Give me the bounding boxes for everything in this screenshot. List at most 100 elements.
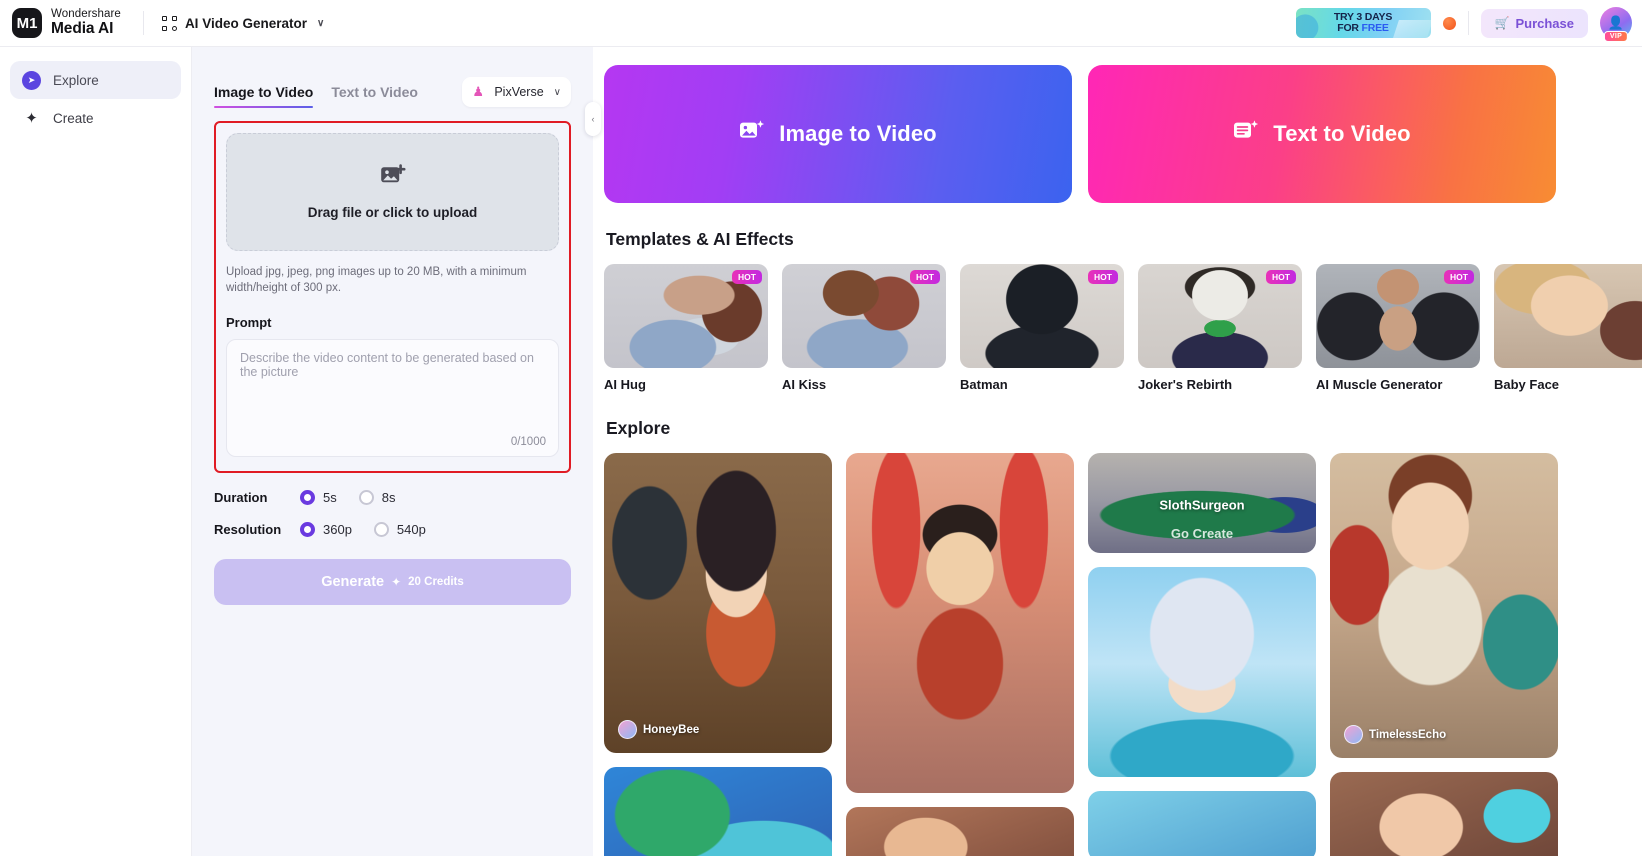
purchase-label: Purchase xyxy=(1515,15,1574,31)
upload-dropzone[interactable]: Drag file or click to upload xyxy=(226,133,559,251)
generator-panel: Image to Video Text to Video ♟ PixVerse … xyxy=(192,47,601,856)
app-switcher[interactable]: AI Video Generator ∨ xyxy=(161,15,324,31)
explore-card-5[interactable] xyxy=(1088,567,1316,777)
template-card-ai-muscle-generator[interactable]: HOT AI Muscle Generator xyxy=(1316,264,1480,392)
app-switcher-label: AI Video Generator xyxy=(184,15,307,31)
prompt-input[interactable]: Describe the video content to be generat… xyxy=(226,338,559,457)
template-thumbnail: HOT xyxy=(1316,264,1480,368)
explore-card-slothsurgeon[interactable]: SlothSurgeon Go Create xyxy=(1088,453,1316,553)
templates-section-title: Templates & AI Effects xyxy=(606,229,794,249)
sparkle-icon: ✦ xyxy=(391,574,402,589)
explore-card-7[interactable] xyxy=(604,767,832,856)
resolution-option-360p-label: 360p xyxy=(323,521,352,537)
templates-row: HOT AI Hug HOT AI Kiss HOT Batman HOT Jo… xyxy=(604,264,1642,392)
brand-logo[interactable]: M1 Wondershare Media AI xyxy=(0,8,121,38)
explore-column-4: TimelessEcho xyxy=(1330,453,1558,856)
template-card-ai-hug[interactable]: HOT AI Hug xyxy=(604,264,768,392)
duration-option-8s[interactable]: 8s xyxy=(358,489,396,505)
image-video-icon xyxy=(739,119,765,149)
upload-form-highlight: Drag file or click to upload Upload jpg,… xyxy=(214,121,571,473)
explore-card-honeybee[interactable]: HoneyBee xyxy=(604,453,832,753)
app-header: M1 Wondershare Media AI AI Video Generat… xyxy=(0,0,1642,47)
explore-section-title: Explore xyxy=(606,418,671,438)
sidebar-item-explore[interactable]: ➤ Explore xyxy=(10,61,181,99)
explore-card-timelessecho[interactable]: TimelessEcho xyxy=(1330,453,1558,758)
explore-card-9[interactable] xyxy=(1088,791,1316,856)
panel-tabs: Image to Video Text to Video ♟ PixVerse … xyxy=(214,77,571,115)
hot-badge: HOT xyxy=(1266,270,1296,284)
radio-icon-selected xyxy=(300,489,315,505)
generate-button[interactable]: Generate ✦ 20 Credits xyxy=(214,558,571,605)
vip-badge: VIP xyxy=(1603,31,1629,42)
explore-card-caption: SlothSurgeon xyxy=(1159,497,1245,513)
chevron-down-icon: ∨ xyxy=(553,86,561,98)
header-right-actions: TRY 3 DAYS FOR FREE 🛒 Purchase 👤 VIP xyxy=(1295,7,1642,42)
duration-label: Duration xyxy=(214,489,268,505)
promo-text: TRY 3 DAYS FOR FREE xyxy=(1334,11,1393,34)
explore-column-1: HoneyBee xyxy=(604,453,832,856)
panel-collapse-handle[interactable]: ‹ xyxy=(585,102,601,136)
feature-banner-row: Image to Video Text to Video xyxy=(604,65,1642,203)
explore-column-3: SlothSurgeon Go Create xyxy=(1088,453,1316,856)
brand-text: Wondershare Media AI xyxy=(51,9,121,37)
resolution-option-540p[interactable]: 540p xyxy=(373,521,426,537)
banner-image-to-video[interactable]: Image to Video xyxy=(604,65,1072,203)
upload-hint-text: Upload jpg, jpeg, png images up to 20 MB… xyxy=(226,266,527,295)
sidebar-item-create[interactable]: ✦ Create xyxy=(10,99,181,137)
model-select[interactable]: ♟ PixVerse ∨ xyxy=(462,77,571,107)
tab-image-to-video[interactable]: Image to Video xyxy=(214,84,314,108)
duration-option-8s-label: 8s xyxy=(381,489,396,505)
hot-badge: HOT xyxy=(910,270,940,284)
purchase-button[interactable]: 🛒 Purchase xyxy=(1480,8,1588,38)
template-card-baby-face[interactable]: Baby Face xyxy=(1494,264,1642,392)
template-card-batman[interactable]: HOT Batman xyxy=(960,264,1124,392)
pixverse-icon: ♟ xyxy=(472,84,484,99)
brand-line-2: Media AI xyxy=(51,19,114,37)
prompt-char-count: 0/1000 xyxy=(510,435,546,448)
banner-text-to-video-label: Text to Video xyxy=(1273,121,1411,146)
template-thumbnail xyxy=(1494,264,1642,368)
template-label-jokers-rebirth: Joker's Rebirth xyxy=(1138,377,1233,392)
explore-card-8[interactable] xyxy=(846,807,1074,856)
apps-grid-icon xyxy=(161,15,177,31)
explore-card-2[interactable] xyxy=(846,453,1074,793)
template-card-jokers-rebirth[interactable]: HOT Joker's Rebirth xyxy=(1138,264,1302,392)
radio-icon xyxy=(373,521,389,537)
template-thumbnail: HOT xyxy=(604,264,768,368)
template-label-ai-muscle-generator: AI Muscle Generator xyxy=(1316,377,1443,392)
resolution-option-360p[interactable]: 360p xyxy=(300,521,352,537)
explore-card-username: HoneyBee xyxy=(643,723,700,736)
template-label-batman: Batman xyxy=(960,377,1008,392)
template-label-baby-face: Baby Face xyxy=(1494,377,1560,392)
prompt-label: Prompt xyxy=(226,314,272,330)
generate-button-label: Generate xyxy=(321,573,385,590)
free-trial-promo-banner[interactable]: TRY 3 DAYS FOR FREE xyxy=(1295,8,1431,38)
text-video-icon xyxy=(1233,119,1259,149)
resolution-row: Resolution 360p 540p xyxy=(214,521,571,537)
main-content: Image to Video Text to Video Templates &… xyxy=(593,47,1642,856)
tab-text-to-video[interactable]: Text to Video xyxy=(331,84,418,108)
notification-indicator-icon[interactable] xyxy=(1442,16,1456,30)
explore-gallery: HoneyBee SlothSurgeon Go Create Timeless… xyxy=(604,453,1642,856)
radio-icon-selected xyxy=(300,521,315,537)
go-create-overlay-label[interactable]: Go Create xyxy=(1088,526,1316,541)
hot-badge: HOT xyxy=(732,270,762,284)
sidebar-item-label-explore: Explore xyxy=(53,72,99,88)
template-thumbnail: HOT xyxy=(960,264,1124,368)
duration-option-5s[interactable]: 5s xyxy=(300,489,337,505)
duration-option-5s-label: 5s xyxy=(323,489,337,505)
template-thumbnail: HOT xyxy=(1138,264,1302,368)
user-avatar-menu[interactable]: 👤 VIP xyxy=(1600,7,1632,42)
template-card-ai-kiss[interactable]: HOT AI Kiss xyxy=(782,264,946,392)
header-divider-2 xyxy=(1467,11,1469,35)
explore-card-10[interactable] xyxy=(1330,772,1558,856)
explore-card-user: TimelessEcho xyxy=(1344,725,1446,744)
cart-icon: 🛒 xyxy=(1494,16,1510,30)
resolution-option-540p-label: 540p xyxy=(396,521,426,537)
generate-credits-label: 20 Credits xyxy=(408,575,464,588)
promo-line-2-prefix: FOR xyxy=(1337,22,1362,34)
model-select-label: PixVerse xyxy=(494,85,544,99)
radio-icon xyxy=(358,489,374,505)
banner-text-to-video[interactable]: Text to Video xyxy=(1088,65,1556,203)
promo-line-2: FOR FREE xyxy=(1334,22,1392,34)
